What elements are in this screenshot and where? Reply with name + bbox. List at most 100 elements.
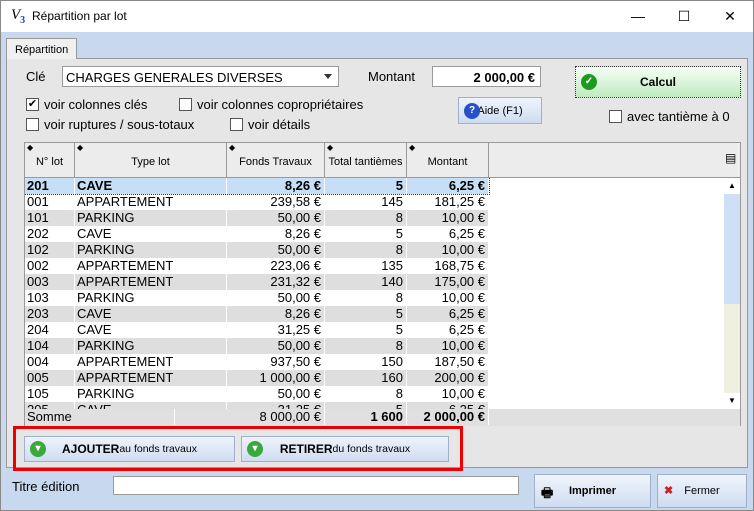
fermer-button[interactable]: ✖ Fermer <box>657 474 747 508</box>
table-row[interactable]: 202 CAVE 8,26 €5 6,25 € <box>25 226 489 242</box>
cle-value: CHARGES GENERALES DIVERSES <box>66 70 283 85</box>
scroll-down-icon[interactable]: ▼ <box>724 393 740 409</box>
cle-dropdown[interactable]: CHARGES GENERALES DIVERSES <box>62 66 339 87</box>
cell-montant: 175,00 € <box>407 274 489 290</box>
cell-total-tantiemes: 145 <box>325 194 407 210</box>
cell-lot-type: APPARTEMENT <box>75 194 227 210</box>
cell-total-tantiemes: 140 <box>325 274 407 290</box>
sum-montant: 2 000,00 € <box>407 409 489 425</box>
maximize-button[interactable]: ☐ <box>661 1 707 31</box>
arrow-down-icon: ▾ <box>30 441 46 457</box>
cell-lot-number: 005 <box>25 370 75 386</box>
checkbox-avec-tantieme-0[interactable] <box>609 110 622 123</box>
column-header-montant[interactable]: ◆ Montant <box>407 143 489 178</box>
minimize-button[interactable]: — <box>615 1 661 31</box>
table-row[interactable]: 105 PARKING 50,00 €8 10,00 € <box>25 386 489 402</box>
cell-fonds-travaux: 223,06 € <box>227 258 325 274</box>
cell-montant: 10,00 € <box>407 210 489 226</box>
tab-repartition[interactable]: Répartition <box>6 38 77 59</box>
cell-montant: 10,00 € <box>407 290 489 306</box>
checkbox-voir-colonnes-coproprietaires[interactable] <box>179 98 192 111</box>
cell-total-tantiemes: 5 <box>325 178 407 194</box>
aide-button[interactable]: ? Aide (F1) <box>458 97 542 124</box>
printer-icon: 🖶 <box>541 485 554 500</box>
scrollbar-thumb[interactable] <box>724 194 740 304</box>
table-row[interactable]: 203 CAVE 8,26 €5 6,25 € <box>25 306 489 322</box>
lots-grid: ◆ N° lot ◆ Type lot ◆ Fonds Travaux ◆ Total … <box>24 142 741 426</box>
close-x-icon: ✖ <box>664 485 674 497</box>
aide-label: Aide (F1) <box>477 104 523 117</box>
calcul-label: Calcul <box>639 75 676 89</box>
cell-lot-type: APPARTEMENT <box>75 370 227 386</box>
column-header-tantiemes[interactable]: ◆ Total tantièmes <box>325 143 407 178</box>
checkbox-voir-colonnes-cles[interactable]: ✔ <box>26 98 39 111</box>
cell-lot-number: 202 <box>25 226 75 242</box>
cell-lot-number: 104 <box>25 338 75 354</box>
cell-montant: 6,25 € <box>407 226 489 242</box>
checkbox-voir-ruptures[interactable] <box>26 118 39 131</box>
checkbox-label: voir colonnes copropriétaires <box>197 97 364 112</box>
table-row[interactable]: 004 APPARTEMENT 937,50 €150 187,50 € <box>25 354 489 370</box>
cell-lot-type: APPARTEMENT <box>75 354 227 370</box>
scroll-up-icon[interactable]: ▲ <box>724 178 740 194</box>
table-row[interactable]: 005 APPARTEMENT 1 000,00 €160 200,00 € <box>25 370 489 386</box>
table-row[interactable]: 102 PARKING 50,00 €8 10,00 € <box>25 242 489 258</box>
cell-lot-number: 102 <box>25 242 75 258</box>
table-row[interactable]: 001 APPARTEMENT 239,58 €145 181,25 € <box>25 194 489 210</box>
chevron-down-icon[interactable] <box>324 74 332 79</box>
header-filler <box>489 143 740 178</box>
checkbox-label: avec tantième à 0 <box>627 109 730 124</box>
column-chooser-icon[interactable]: ▤ <box>725 151 736 165</box>
cell-montant: 187,50 € <box>407 354 489 370</box>
cell-lot-number: 201 <box>25 178 75 194</box>
retirer-fonds-button[interactable]: ▾ RETIRER du fonds travaux <box>241 436 449 462</box>
imprimer-button[interactable]: 🖶 Imprimer <box>534 474 651 508</box>
montant-input[interactable]: 2 000,00 € <box>432 66 541 87</box>
cell-lot-number: 004 <box>25 354 75 370</box>
table-row[interactable]: 104 PARKING 50,00 €8 10,00 € <box>25 338 489 354</box>
cell-lot-type: CAVE <box>75 306 227 322</box>
cell-lot-type: PARKING <box>75 338 227 354</box>
table-row[interactable]: 201 CAVE 8,26 €5 6,25 € <box>25 178 490 195</box>
cell-montant: 10,00 € <box>407 242 489 258</box>
cell-fonds-travaux: 50,00 € <box>227 338 325 354</box>
cell-montant: 6,25 € <box>407 402 489 409</box>
column-header-lot[interactable]: ◆ N° lot <box>25 143 75 178</box>
cell-lot-type: CAVE <box>75 226 227 242</box>
table-row[interactable]: 103 PARKING 50,00 €8 10,00 € <box>25 290 489 306</box>
sum-tantiemes: 1 600 <box>325 409 407 425</box>
cell-total-tantiemes: 8 <box>325 242 407 258</box>
cell-lot-type: APPARTEMENT <box>75 258 227 274</box>
cell-montant: 6,25 € <box>407 178 489 194</box>
titre-edition-label: Titre édition <box>12 479 80 494</box>
column-header-type[interactable]: ◆ Type lot <box>75 143 227 178</box>
cell-montant: 10,00 € <box>407 338 489 354</box>
montant-label: Montant <box>368 69 415 84</box>
cell-total-tantiemes: 8 <box>325 338 407 354</box>
ajouter-fonds-button[interactable]: ▾ AJOUTER au fonds travaux <box>24 436 235 462</box>
cell-fonds-travaux: 231,32 € <box>227 274 325 290</box>
table-row[interactable]: 205CAVE31,25 €56,25 € <box>25 402 489 409</box>
close-button[interactable]: ✕ <box>707 1 753 31</box>
calcul-button[interactable]: ✓ Calcul <box>575 66 741 98</box>
cell-lot-type: PARKING <box>75 210 227 226</box>
table-row[interactable]: 204 CAVE 31,25 €5 6,25 € <box>25 322 489 338</box>
checkbox-label: voir colonnes clés <box>44 97 148 112</box>
cell-lot-number: 001 <box>25 194 75 210</box>
column-header-fonds[interactable]: ◆ Fonds Travaux <box>227 143 325 178</box>
cell-total-tantiemes: 150 <box>325 354 407 370</box>
vertical-scrollbar[interactable]: ▲ ▼ <box>724 178 740 409</box>
sum-label: Somme <box>25 409 175 425</box>
cell-montant: 6,25 € <box>407 306 489 322</box>
cell-lot-number: 105 <box>25 386 75 402</box>
cell-fonds-travaux: 1 000,00 € <box>227 370 325 386</box>
table-row[interactable]: 101 PARKING 50,00 €8 10,00 € <box>25 210 489 226</box>
cell-lot-number: 204 <box>25 322 75 338</box>
titre-edition-input[interactable] <box>113 476 519 495</box>
cell-total-tantiemes: 8 <box>325 386 407 402</box>
cell-lot-type: PARKING <box>75 242 227 258</box>
table-row[interactable]: 003 APPARTEMENT 231,32 €140 175,00 € <box>25 274 489 290</box>
checkbox-voir-details[interactable] <box>230 118 243 131</box>
table-row[interactable]: 002 APPARTEMENT 223,06 €135 168,75 € <box>25 258 489 274</box>
cell-fonds-travaux: 31,25 € <box>227 322 325 338</box>
